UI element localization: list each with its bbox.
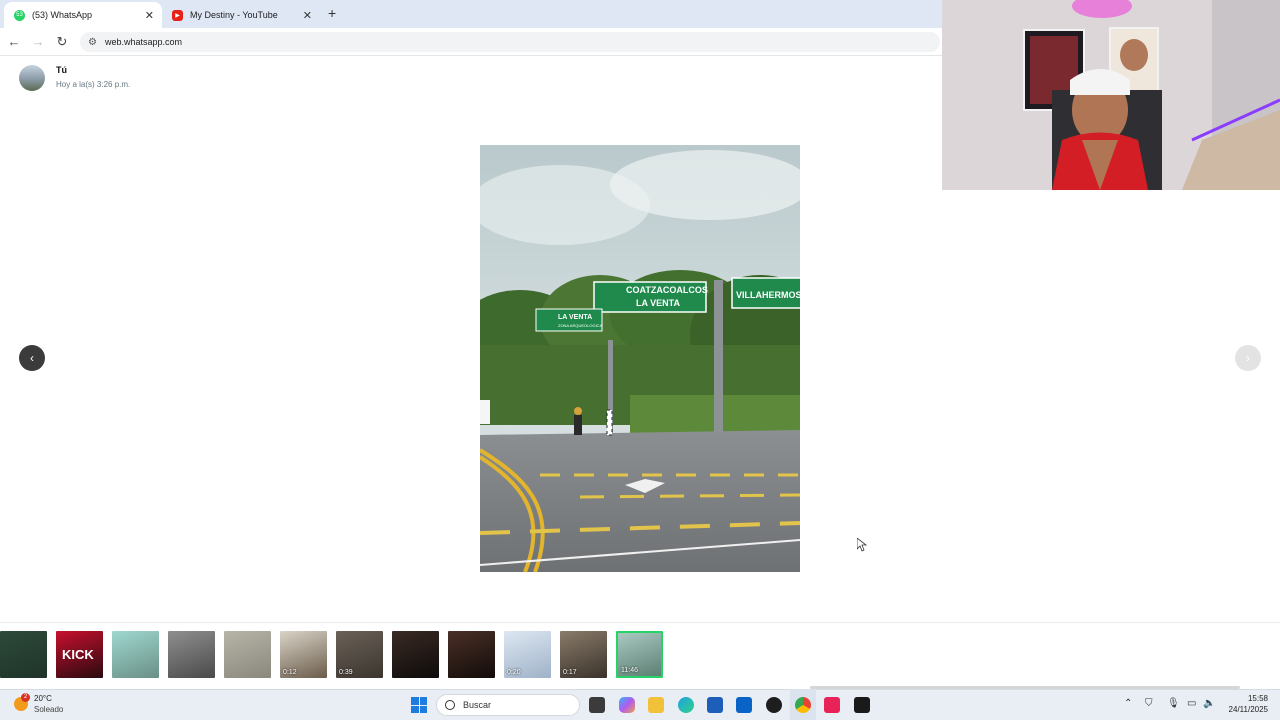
url-text: web.whatsapp.com xyxy=(104,37,183,47)
message-timestamp: Hoy a la(s) 3:26 p.m. xyxy=(56,80,131,89)
close-tab-icon[interactable]: ✕ xyxy=(303,9,312,22)
weather-temperature[interactable]: 20°C xyxy=(34,694,52,703)
media-thumbnail[interactable] xyxy=(168,631,215,678)
media-thumbnail[interactable]: KICK xyxy=(56,631,103,678)
store-icon[interactable] xyxy=(707,697,723,713)
forward-button[interactable]: → xyxy=(30,34,46,49)
media-thumbnail[interactable]: 0:12 xyxy=(280,631,327,678)
media-thumbnail[interactable]: 0:17 xyxy=(560,631,607,678)
media-thumbnail[interactable] xyxy=(392,631,439,678)
road-sign-photo: COATZACOALCOS LA VENTA VILLAHERMOSA C LA… xyxy=(480,145,800,572)
windows-taskbar: 2 20°C Soleado Buscar xyxy=(0,689,1280,720)
reload-button[interactable]: ↻ xyxy=(54,34,70,50)
new-tab-button[interactable]: + xyxy=(328,5,336,21)
webcam-video xyxy=(942,0,1280,190)
media-thumbnail[interactable]: 11:46 xyxy=(616,631,663,678)
video-duration: 0:39 xyxy=(339,669,353,676)
weather-badge: 2 xyxy=(21,693,30,702)
chrome-icon[interactable] xyxy=(795,697,811,713)
sign-main-line1: COATZACOALCOS xyxy=(626,285,708,295)
start-button[interactable] xyxy=(411,697,427,713)
edge-icon[interactable] xyxy=(678,697,694,713)
video-duration: 0:20 xyxy=(507,669,521,676)
mouse-cursor-icon xyxy=(857,538,867,552)
tiktok-icon[interactable] xyxy=(824,697,840,713)
tab-whatsapp[interactable]: 53 (53) WhatsApp ✕ xyxy=(4,2,162,28)
whatsapp-icon: 53 xyxy=(14,9,25,21)
sign-left-line2: ZONA ARQUEOLOGICA xyxy=(558,323,603,328)
previous-media-button[interactable]: ‹ xyxy=(19,345,45,371)
outlook-icon[interactable] xyxy=(736,697,752,713)
sender-name: Tú xyxy=(56,65,67,75)
media-thumbnail[interactable] xyxy=(112,631,159,678)
chevron-right-icon: › xyxy=(1246,351,1250,365)
youtube-icon: ▶ xyxy=(172,9,183,21)
media-thumbnail[interactable] xyxy=(448,631,495,678)
media-photo: COATZACOALCOS LA VENTA VILLAHERMOSA C LA… xyxy=(480,145,800,572)
media-thumbnail-strip: KICK 0:12 0:39 0:20 0:17 11:46 xyxy=(0,622,1280,686)
video-duration: 11:46 xyxy=(621,667,638,674)
weather-condition[interactable]: Soleado xyxy=(34,705,63,714)
video-duration: 0:12 xyxy=(283,669,297,676)
back-button[interactable]: ← xyxy=(6,34,22,49)
webcam-overlay xyxy=(942,0,1280,190)
tab-title: My Destiny - YouTube xyxy=(190,10,278,20)
file-explorer-icon[interactable] xyxy=(648,697,664,713)
task-view-icon[interactable] xyxy=(589,697,605,713)
search-placeholder: Buscar xyxy=(463,700,492,710)
next-media-button[interactable]: › xyxy=(1235,345,1261,371)
obs-icon[interactable] xyxy=(766,697,782,713)
video-duration: 0:17 xyxy=(563,669,577,676)
site-settings-icon[interactable]: ⚙ xyxy=(88,37,97,48)
tab-title: (53) WhatsApp xyxy=(32,10,93,20)
sign-main-line2: LA VENTA xyxy=(636,298,680,308)
media-thumbnail[interactable] xyxy=(224,631,271,678)
taskbar-search[interactable]: Buscar xyxy=(436,694,580,716)
url-field[interactable]: ⚙ web.whatsapp.com xyxy=(80,32,940,52)
sign-right-text: VILLAHERMOSA C xyxy=(736,290,800,300)
close-tab-icon[interactable]: ✕ xyxy=(145,9,154,22)
search-icon xyxy=(445,700,455,710)
media-thumbnail[interactable]: 0:39 xyxy=(336,631,383,678)
copilot-icon[interactable] xyxy=(619,697,635,713)
tab-youtube[interactable]: ▶ My Destiny - YouTube ✕ xyxy=(162,2,320,28)
thumbnail-text: KICK xyxy=(62,647,94,662)
sign-left-line1: LA VENTA xyxy=(558,314,592,321)
avatar[interactable] xyxy=(19,65,45,91)
media-thumbnail[interactable]: 0:20 xyxy=(504,631,551,678)
capcut-icon[interactable] xyxy=(854,697,870,713)
media-thumbnail[interactable] xyxy=(0,631,47,678)
chevron-left-icon: ‹ xyxy=(30,351,34,365)
